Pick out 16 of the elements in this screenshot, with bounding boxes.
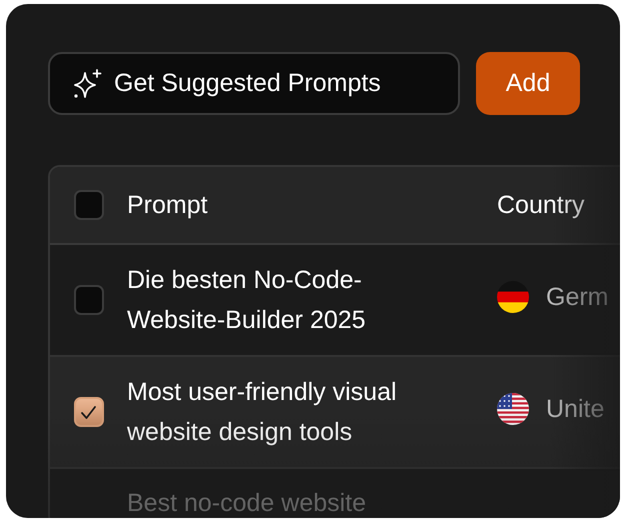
- us-flag-icon: [497, 393, 529, 425]
- germany-flag-icon: [497, 281, 529, 313]
- table-cell: Unite: [546, 394, 604, 424]
- add-button[interactable]: Add: [476, 52, 580, 115]
- table-cell: Die besten No-Code-Website-Builder 2025: [127, 266, 366, 334]
- table-cell: Best no-code website: [127, 489, 366, 517]
- table-cell: Germ: [546, 282, 608, 312]
- sparkle-icon: [72, 68, 102, 99]
- checkbox[interactable]: [74, 285, 104, 315]
- suggest-button[interactable]: Get Suggested Prompts: [48, 52, 460, 115]
- checkbox[interactable]: [74, 190, 104, 220]
- check-icon: [79, 404, 98, 420]
- column-header: Country: [497, 190, 585, 220]
- table-cell: Most user-friendly visual website design tools: [127, 378, 397, 446]
- checkbox[interactable]: [74, 397, 104, 427]
- column-header: Prompt: [127, 190, 209, 221]
